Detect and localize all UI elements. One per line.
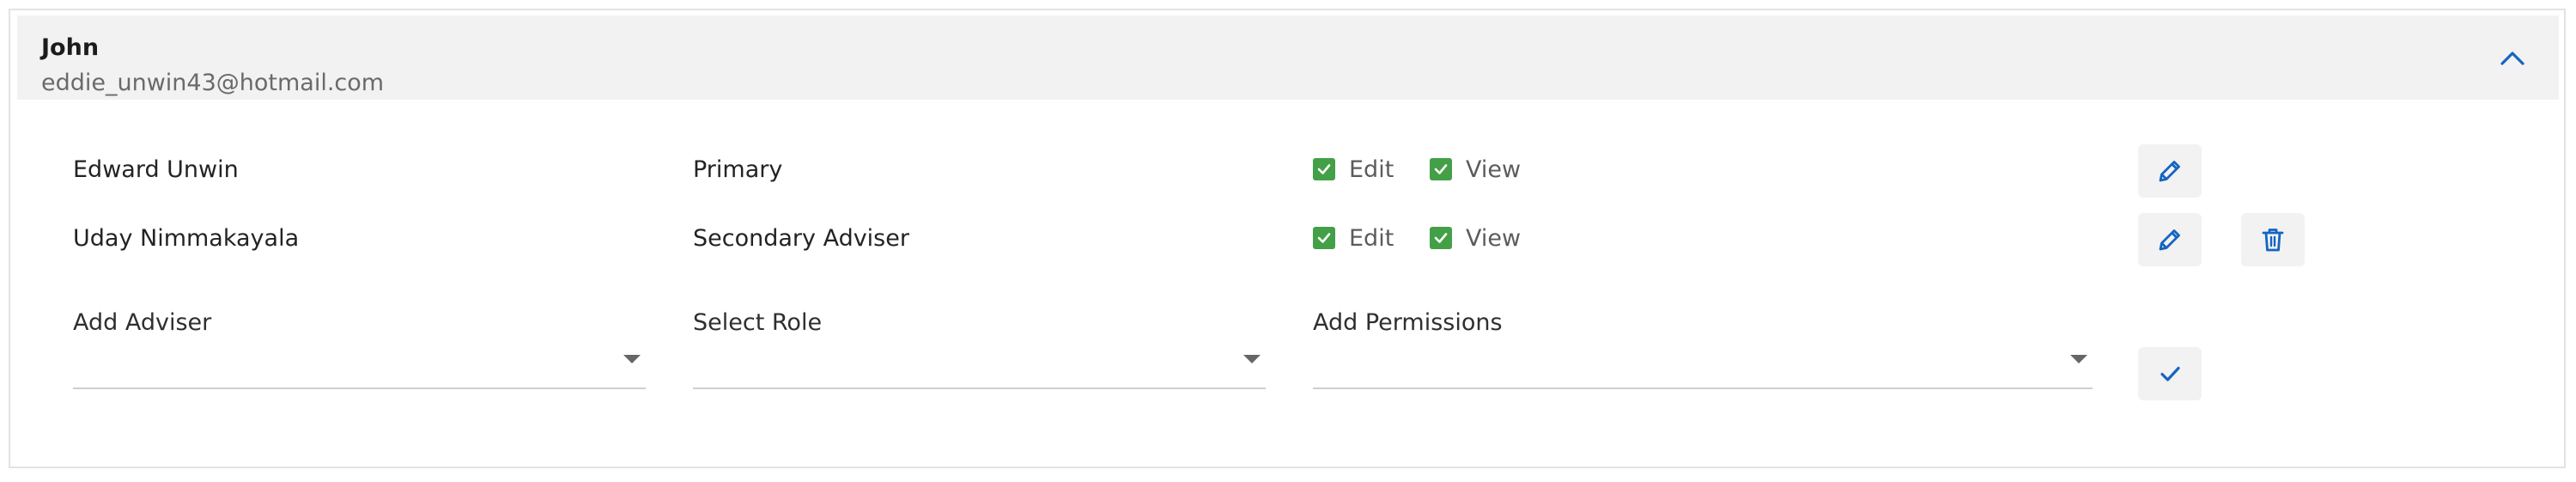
select-role-label: Select Role	[693, 309, 823, 336]
confirm-add-button[interactable]	[2138, 347, 2202, 400]
adviser-role: Secondary Adviser	[693, 225, 909, 252]
permission-label: Edit	[1349, 156, 1394, 183]
edit-permission-checkbox[interactable]: Edit	[1313, 224, 1394, 252]
view-permission-checkbox[interactable]: View	[1430, 224, 1522, 252]
select-underline	[73, 387, 646, 389]
adviser-card: John eddie_unwin43@hotmail.com Edward Un…	[9, 9, 2566, 468]
collapse-button[interactable]	[2495, 41, 2530, 76]
adviser-name: Edward Unwin	[73, 156, 239, 183]
dropdown-arrow-icon	[1243, 355, 1261, 363]
adviser-name: Uday Nimmakayala	[73, 225, 300, 252]
dropdown-arrow-icon	[623, 355, 641, 363]
adviser-role: Primary	[693, 156, 783, 183]
edit-permission-checkbox[interactable]: Edit	[1313, 156, 1394, 183]
permission-label: Edit	[1349, 224, 1394, 252]
checkbox-checked-icon	[1313, 158, 1335, 180]
checkbox-checked-icon	[1313, 227, 1335, 249]
permission-label: View	[1466, 224, 1522, 252]
delete-adviser-button[interactable]	[2241, 213, 2305, 266]
select-underline	[693, 387, 1266, 389]
add-permissions-label: Add Permissions	[1313, 309, 1503, 336]
client-email: eddie_unwin43@hotmail.com	[41, 70, 385, 96]
trash-icon	[2262, 229, 2284, 252]
add-adviser-select[interactable]: Add Adviser	[73, 309, 646, 395]
add-adviser-label: Add Adviser	[73, 309, 212, 336]
checkbox-checked-icon	[1430, 158, 1452, 180]
client-header[interactable]: John eddie_unwin43@hotmail.com	[17, 15, 2559, 100]
edit-adviser-button[interactable]	[2138, 144, 2202, 198]
dropdown-arrow-icon	[2070, 355, 2087, 363]
add-permissions-select[interactable]: Add Permissions	[1313, 309, 2093, 395]
select-role-select[interactable]: Select Role	[693, 309, 1266, 395]
chevron-up-icon	[2500, 52, 2524, 65]
select-underline	[1313, 387, 2093, 389]
check-icon	[2160, 366, 2180, 381]
permission-label: View	[1466, 156, 1522, 183]
view-permission-checkbox[interactable]: View	[1430, 156, 1522, 183]
pencil-icon	[2159, 229, 2180, 251]
client-name: John	[41, 34, 100, 61]
checkbox-checked-icon	[1430, 227, 1452, 249]
edit-adviser-button[interactable]	[2138, 213, 2202, 266]
pencil-icon	[2159, 161, 2180, 182]
